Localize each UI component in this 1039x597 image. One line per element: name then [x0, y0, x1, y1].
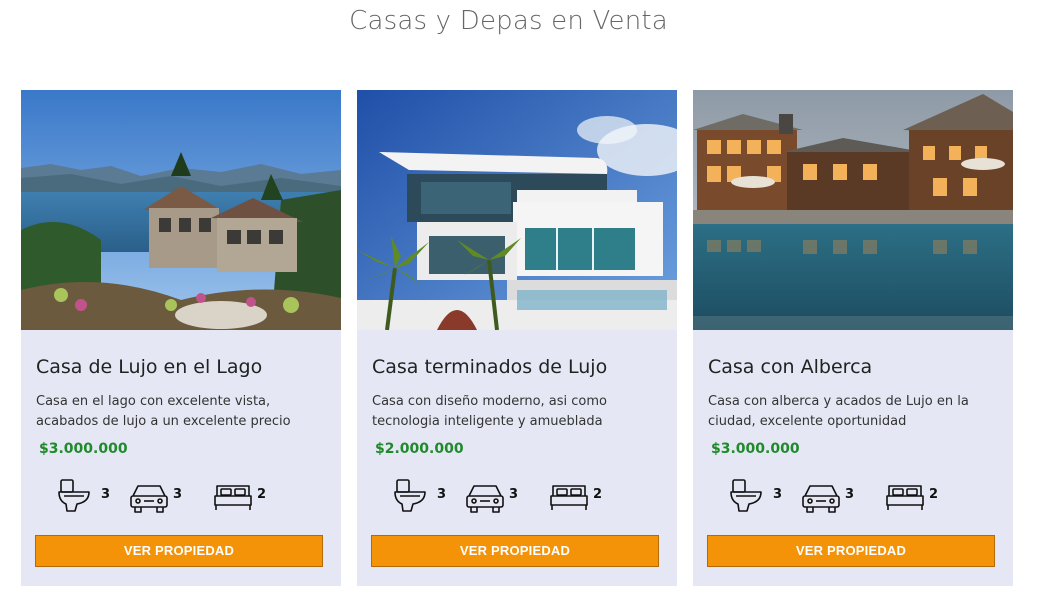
bathrooms-amenity: 3: [393, 478, 446, 514]
listing-description: Casa con alberca y acados de Lujo en la …: [708, 394, 969, 429]
listing-title: Casa de Lujo en el Lago: [36, 356, 263, 378]
bedrooms-amenity: 2: [885, 478, 938, 514]
listing-card-modern-house: Casa terminados de Lujo Casa con diseño …: [357, 90, 677, 586]
listing-price: $2.000.000: [375, 441, 464, 457]
toilet-icon: [730, 479, 762, 512]
listing-card-pool-house: Casa con Alberca Casa con alberca y acad…: [693, 90, 1013, 586]
bed-icon: [886, 485, 924, 510]
view-property-button[interactable]: VER PROPIEDAD: [707, 535, 995, 567]
bedrooms-count: 2: [929, 486, 939, 502]
listing-price: $3.000.000: [39, 441, 128, 457]
view-property-button[interactable]: VER PROPIEDAD: [35, 535, 323, 567]
bedrooms-count: 2: [257, 486, 267, 502]
bathrooms-count: 3: [101, 486, 111, 502]
bathrooms-amenity: 3: [729, 478, 782, 514]
parking-amenity: 3: [801, 478, 854, 514]
car-icon: [130, 485, 168, 513]
bathrooms-amenity: 3: [57, 478, 110, 514]
parking-count: 3: [845, 486, 855, 502]
car-icon: [802, 485, 840, 513]
bedrooms-amenity: 2: [213, 478, 266, 514]
page-title: Casas y Depas en Venta: [349, 6, 668, 36]
bedrooms-amenity: 2: [549, 478, 602, 514]
parking-count: 3: [509, 486, 519, 502]
bathrooms-count: 3: [437, 486, 447, 502]
listing-card-lake-house: Casa de Lujo en el Lago Casa en el lago …: [21, 90, 341, 586]
bed-icon: [550, 485, 588, 510]
listing-price: $3.000.000: [711, 441, 800, 457]
listing-title: Casa con Alberca: [708, 356, 873, 378]
bed-icon: [214, 485, 252, 510]
bathrooms-count: 3: [773, 486, 783, 502]
listing-photo-pool-house[interactable]: [693, 90, 1013, 330]
listing-photo-modern-house[interactable]: [357, 90, 677, 330]
toilet-icon: [58, 479, 90, 512]
parking-amenity: 3: [129, 478, 182, 514]
listing-description: Casa con diseño moderno, asi como tecnol…: [372, 394, 607, 429]
toilet-icon: [394, 479, 426, 512]
car-icon: [466, 485, 504, 513]
parking-count: 3: [173, 486, 183, 502]
parking-amenity: 3: [465, 478, 518, 514]
listing-photo-lake-house[interactable]: [21, 90, 341, 330]
view-property-button[interactable]: VER PROPIEDAD: [371, 535, 659, 567]
listing-title: Casa terminados de Lujo: [372, 356, 608, 378]
bedrooms-count: 2: [593, 486, 603, 502]
listing-description: Casa en el lago con excelente vista, aca…: [36, 394, 291, 429]
